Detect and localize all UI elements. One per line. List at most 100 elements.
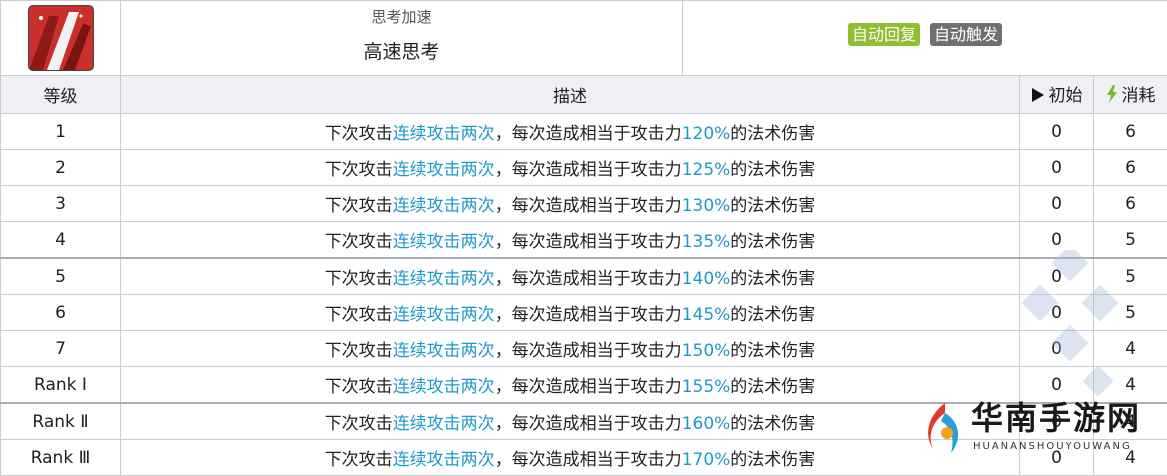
desc-suffix: 的法术伤害 <box>730 196 815 216</box>
row-initial: 0 <box>1020 403 1094 440</box>
skill-icon-cell <box>1 1 121 76</box>
desc-percent: 120% <box>682 124 731 144</box>
desc-percent: 135% <box>682 232 731 252</box>
table-row: 3下次攻击连续攻击两次，每次造成相当于攻击力130%的法术伤害06 <box>1 186 1167 222</box>
row-level: 2 <box>1 150 121 186</box>
row-level: Rank Ⅰ <box>1 367 121 404</box>
table-row: 1下次攻击连续攻击两次，每次造成相当于攻击力120%的法术伤害06 <box>1 114 1167 150</box>
desc-middle: ，每次造成相当于攻击力 <box>495 232 682 252</box>
desc-percent: 155% <box>682 377 731 397</box>
play-icon <box>1031 87 1045 108</box>
desc-middle: ，每次造成相当于攻击力 <box>495 124 682 144</box>
row-description: 下次攻击连续攻击两次，每次造成相当于攻击力170%的法术伤害 <box>121 440 1020 476</box>
desc-suffix: 的法术伤害 <box>730 269 815 289</box>
skill-page: 思考加速 高速思考 自动回复 自动触发 等级 描述 初始 消耗 <box>0 0 1167 469</box>
row-description: 下次攻击连续攻击两次，每次造成相当于攻击力145%的法术伤害 <box>121 295 1020 331</box>
desc-highlight: 连续攻击两次 <box>393 269 495 289</box>
row-level: 5 <box>1 258 121 295</box>
row-initial: 0 <box>1020 150 1094 186</box>
lightning-icon <box>1106 85 1118 108</box>
desc-prefix: 下次攻击 <box>325 414 393 434</box>
desc-suffix: 的法术伤害 <box>730 377 815 397</box>
desc-prefix: 下次攻击 <box>325 232 393 252</box>
row-description: 下次攻击连续攻击两次，每次造成相当于攻击力135%的法术伤害 <box>121 222 1020 259</box>
desc-middle: ，每次造成相当于攻击力 <box>495 450 682 470</box>
skill-name: 高速思考 <box>121 37 682 64</box>
table-row: Rank Ⅱ下次攻击连续攻击两次，每次造成相当于攻击力160%的法术伤害04 <box>1 403 1167 440</box>
row-description: 下次攻击连续攻击两次，每次造成相当于攻击力155%的法术伤害 <box>121 367 1020 404</box>
row-level: 4 <box>1 222 121 259</box>
table-row: 6下次攻击连续攻击两次，每次造成相当于攻击力145%的法术伤害05 <box>1 295 1167 331</box>
desc-suffix: 的法术伤害 <box>730 450 815 470</box>
row-cost: 4 <box>1094 331 1167 367</box>
desc-highlight: 连续攻击两次 <box>393 414 495 434</box>
desc-percent: 130% <box>682 196 731 216</box>
desc-suffix: 的法术伤害 <box>730 305 815 325</box>
row-description: 下次攻击连续攻击两次，每次造成相当于攻击力125%的法术伤害 <box>121 150 1020 186</box>
table-row: 5下次攻击连续攻击两次，每次造成相当于攻击力140%的法术伤害05 <box>1 258 1167 295</box>
row-initial: 0 <box>1020 367 1094 404</box>
desc-percent: 140% <box>682 269 731 289</box>
table-row: Rank Ⅲ下次攻击连续攻击两次，每次造成相当于攻击力170%的法术伤害04 <box>1 440 1167 476</box>
desc-highlight: 连续攻击两次 <box>393 196 495 216</box>
desc-prefix: 下次攻击 <box>325 305 393 325</box>
skill-tags-cell: 自动回复 自动触发 <box>683 1 1167 76</box>
desc-suffix: 的法术伤害 <box>730 124 815 144</box>
desc-middle: ，每次造成相当于攻击力 <box>495 269 682 289</box>
column-header-row: 等级 描述 初始 消耗 <box>1 76 1167 114</box>
table-row: 2下次攻击连续攻击两次，每次造成相当于攻击力125%的法术伤害06 <box>1 150 1167 186</box>
row-initial: 0 <box>1020 222 1094 259</box>
row-cost: 6 <box>1094 114 1167 150</box>
row-description: 下次攻击连续攻击两次，每次造成相当于攻击力120%的法术伤害 <box>121 114 1020 150</box>
table-row: 4下次攻击连续攻击两次，每次造成相当于攻击力135%的法术伤害05 <box>1 222 1167 259</box>
row-cost: 4 <box>1094 403 1167 440</box>
tag-auto-recover: 自动回复 <box>848 23 920 46</box>
desc-middle: ，每次造成相当于攻击力 <box>495 377 682 397</box>
desc-highlight: 连续攻击两次 <box>393 124 495 144</box>
row-level: Rank Ⅲ <box>1 440 121 476</box>
desc-middle: ，每次造成相当于攻击力 <box>495 196 682 216</box>
desc-prefix: 下次攻击 <box>325 196 393 216</box>
desc-middle: ，每次造成相当于攻击力 <box>495 305 682 325</box>
desc-highlight: 连续攻击两次 <box>393 450 495 470</box>
row-description: 下次攻击连续攻击两次，每次造成相当于攻击力150%的法术伤害 <box>121 331 1020 367</box>
row-level: 3 <box>1 186 121 222</box>
desc-percent: 145% <box>682 305 731 325</box>
row-initial: 0 <box>1020 186 1094 222</box>
row-cost: 5 <box>1094 222 1167 259</box>
skill-subtitle: 思考加速 <box>121 6 682 27</box>
row-level: Rank Ⅱ <box>1 403 121 440</box>
row-description: 下次攻击连续攻击两次，每次造成相当于攻击力160%的法术伤害 <box>121 403 1020 440</box>
skill-header-row: 思考加速 高速思考 自动回复 自动触发 <box>1 1 1167 76</box>
table-row: Rank Ⅰ下次攻击连续攻击两次，每次造成相当于攻击力155%的法术伤害04 <box>1 367 1167 404</box>
desc-highlight: 连续攻击两次 <box>393 341 495 361</box>
desc-prefix: 下次攻击 <box>325 450 393 470</box>
row-initial: 0 <box>1020 331 1094 367</box>
row-cost: 4 <box>1094 367 1167 404</box>
skill-title-cell: 思考加速 高速思考 <box>121 1 683 76</box>
col-header-desc: 描述 <box>121 76 1020 114</box>
desc-middle: ，每次造成相当于攻击力 <box>495 160 682 180</box>
row-cost: 6 <box>1094 150 1167 186</box>
desc-percent: 125% <box>682 160 731 180</box>
row-initial: 0 <box>1020 440 1094 476</box>
desc-prefix: 下次攻击 <box>325 124 393 144</box>
desc-prefix: 下次攻击 <box>325 269 393 289</box>
row-description: 下次攻击连续攻击两次，每次造成相当于攻击力130%的法术伤害 <box>121 186 1020 222</box>
row-cost: 5 <box>1094 295 1167 331</box>
desc-suffix: 的法术伤害 <box>730 160 815 180</box>
row-level: 7 <box>1 331 121 367</box>
desc-percent: 150% <box>682 341 731 361</box>
row-description: 下次攻击连续攻击两次，每次造成相当于攻击力140%的法术伤害 <box>121 258 1020 295</box>
desc-middle: ，每次造成相当于攻击力 <box>495 341 682 361</box>
row-cost: 5 <box>1094 258 1167 295</box>
desc-highlight: 连续攻击两次 <box>393 160 495 180</box>
row-cost: 6 <box>1094 186 1167 222</box>
row-initial: 0 <box>1020 258 1094 295</box>
row-level: 1 <box>1 114 121 150</box>
desc-percent: 160% <box>682 414 731 434</box>
desc-highlight: 连续攻击两次 <box>393 305 495 325</box>
col-header-level: 等级 <box>1 76 121 114</box>
table-row: 7下次攻击连续攻击两次，每次造成相当于攻击力150%的法术伤害04 <box>1 331 1167 367</box>
desc-suffix: 的法术伤害 <box>730 341 815 361</box>
